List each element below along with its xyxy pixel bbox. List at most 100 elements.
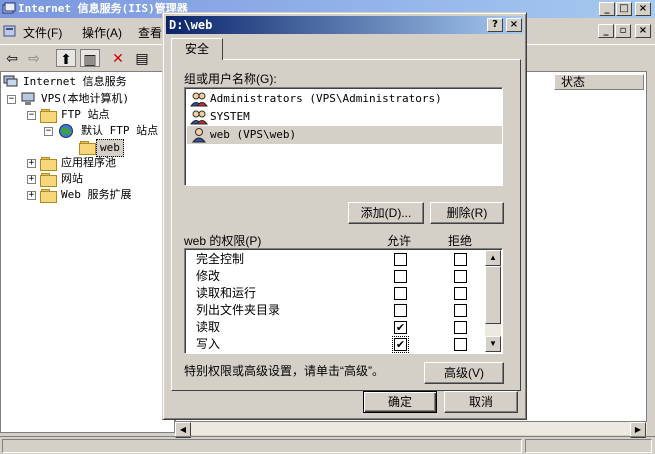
close-icon[interactable]: × <box>635 2 651 16</box>
user-name: SYSTEM <box>210 110 250 123</box>
iis-app-icon <box>2 2 16 14</box>
scroll-thumb[interactable] <box>485 266 501 324</box>
forward-arrow-icon[interactable]: ⇨ <box>24 49 44 67</box>
permission-row: 读取和运行 <box>185 285 485 302</box>
allow-checkbox[interactable] <box>394 287 407 300</box>
tree-label: Internet 信息服务 <box>23 75 127 88</box>
tab-security[interactable]: 安全 <box>171 38 223 60</box>
remove-button[interactable]: 删除(R) <box>430 202 504 224</box>
status-bar <box>0 436 655 454</box>
expand-icon[interactable]: + <box>27 175 36 184</box>
minimize-icon[interactable]: _ <box>599 2 615 16</box>
tree-label: 网站 <box>61 172 83 185</box>
properties-dialog: D:\web ? × 安全 组或用户名称(G): Administrators … <box>162 12 527 420</box>
dialog-title: D:\web <box>169 18 213 32</box>
collapse-icon[interactable]: − <box>7 95 16 104</box>
allow-checkbox[interactable]: ✔ <box>392 336 409 353</box>
dialog-close-button[interactable]: × <box>506 18 522 32</box>
help-button[interactable]: ? <box>487 18 503 32</box>
delete-icon[interactable]: ✕ <box>108 49 128 67</box>
properties-icon[interactable]: ▤ <box>132 49 152 67</box>
permission-row: 读取 ✔ <box>185 319 485 336</box>
advanced-button[interactable]: 高级(V) <box>424 362 504 384</box>
up-folder-icon[interactable]: ⬆ <box>56 49 76 67</box>
status-cell <box>525 439 652 453</box>
column-header-status[interactable]: 状态 <box>554 74 644 90</box>
mdi-close-icon[interactable]: × <box>635 24 651 38</box>
allow-checkbox[interactable] <box>394 253 407 266</box>
tree-label: 应用程序池 <box>61 156 116 169</box>
cancel-button[interactable]: 取消 <box>444 391 518 413</box>
user-icon <box>191 128 207 143</box>
permission-row: 完全控制 <box>185 251 485 268</box>
folder-icon <box>40 157 57 171</box>
folder-icon <box>40 109 57 123</box>
computers-icon <box>3 75 18 87</box>
user-group-icon <box>190 110 208 125</box>
deny-header: 拒绝 <box>448 234 473 248</box>
permission-name: 修改 <box>196 269 221 283</box>
allow-checkbox[interactable]: ✔ <box>394 321 407 334</box>
horizontal-scrollbar[interactable]: ◀ ▶ <box>175 421 647 438</box>
status-cell <box>2 439 522 453</box>
mmc-icon <box>3 25 16 37</box>
expand-icon[interactable]: + <box>27 159 36 168</box>
permission-name: 写入 <box>196 337 221 351</box>
menu-action[interactable]: 操作(A) <box>82 24 122 41</box>
dialog-title-bar: D:\web ? × <box>166 16 523 34</box>
mdi-restore-icon[interactable]: ▫ <box>615 24 631 38</box>
deny-checkbox[interactable] <box>454 253 467 266</box>
folder-icon <box>40 189 57 203</box>
tree-label: VPS(本地计算机) <box>41 92 130 105</box>
permission-name: 完全控制 <box>196 252 245 266</box>
ftp-site-globe-icon <box>59 124 73 138</box>
ok-button[interactable]: 确定 <box>363 391 437 413</box>
permission-name: 列出文件夹目录 <box>196 303 281 317</box>
users-label: 组或用户名称(G): <box>184 72 277 86</box>
show-tree-icon[interactable]: ▥ <box>80 49 100 67</box>
scroll-up-icon[interactable]: ▲ <box>485 250 501 266</box>
security-tab-panel: 组或用户名称(G): Administrators (VPS\Administr… <box>171 59 521 391</box>
advanced-note: 特别权限或高级设置，请单击“高级”。 <box>184 364 384 378</box>
folder-icon <box>40 173 57 187</box>
allow-checkbox[interactable] <box>394 270 407 283</box>
permission-name: 读取 <box>196 320 221 334</box>
allow-checkbox[interactable] <box>394 304 407 317</box>
permission-row: 修改 <box>185 268 485 285</box>
add-button[interactable]: 添加(D)... <box>348 202 424 224</box>
permission-name: 读取和运行 <box>196 286 257 300</box>
tree-label: Web 服务扩展 <box>61 188 132 201</box>
deny-checkbox[interactable] <box>454 338 467 351</box>
permissions-list[interactable]: 完全控制 修改 读取和运行 列出文件夹目录 读取 ✔ 写入 ✔ ▲ ▼ <box>184 248 503 354</box>
deny-checkbox[interactable] <box>454 304 467 317</box>
iis-tree-pane: Internet 信息服务 − VPS(本地计算机) − FTP 站点 − 默认… <box>0 71 175 433</box>
tree-label: FTP 站点 <box>61 108 110 121</box>
users-list[interactable]: Administrators (VPS\Administrators) SYST… <box>184 87 503 186</box>
permissions-scrollbar[interactable]: ▲ ▼ <box>485 250 501 352</box>
back-arrow-icon[interactable]: ⇦ <box>2 49 22 67</box>
menu-file[interactable]: 文件(F) <box>23 24 62 41</box>
user-group-icon <box>190 92 208 107</box>
deny-checkbox[interactable] <box>454 287 467 300</box>
collapse-icon[interactable]: − <box>44 127 53 136</box>
deny-checkbox[interactable] <box>454 321 467 334</box>
allow-header: 允许 <box>387 234 412 248</box>
tree-label: 默认 FTP 站点 <box>81 124 159 137</box>
permission-row: 写入 ✔ <box>185 336 485 353</box>
folder-icon <box>79 141 96 155</box>
user-name: web (VPS\web) <box>210 128 297 141</box>
deny-checkbox[interactable] <box>454 270 467 283</box>
menu-view[interactable]: 查看 <box>138 24 162 41</box>
list-item-system[interactable]: SYSTEM <box>187 108 502 126</box>
maximize-icon[interactable]: □ <box>616 2 632 16</box>
mdi-minimize-icon[interactable]: _ <box>598 24 614 38</box>
list-item-web[interactable]: web (VPS\web) <box>187 126 502 144</box>
expand-icon[interactable]: + <box>27 191 36 200</box>
permission-row: 列出文件夹目录 <box>185 302 485 319</box>
server-icon <box>21 92 35 105</box>
permissions-label: web 的权限(P) <box>184 234 262 248</box>
user-name: Administrators (VPS\Administrators) <box>210 92 442 105</box>
collapse-icon[interactable]: − <box>27 111 36 120</box>
scroll-down-icon[interactable]: ▼ <box>485 336 501 352</box>
list-item-administrators[interactable]: Administrators (VPS\Administrators) <box>187 90 502 108</box>
